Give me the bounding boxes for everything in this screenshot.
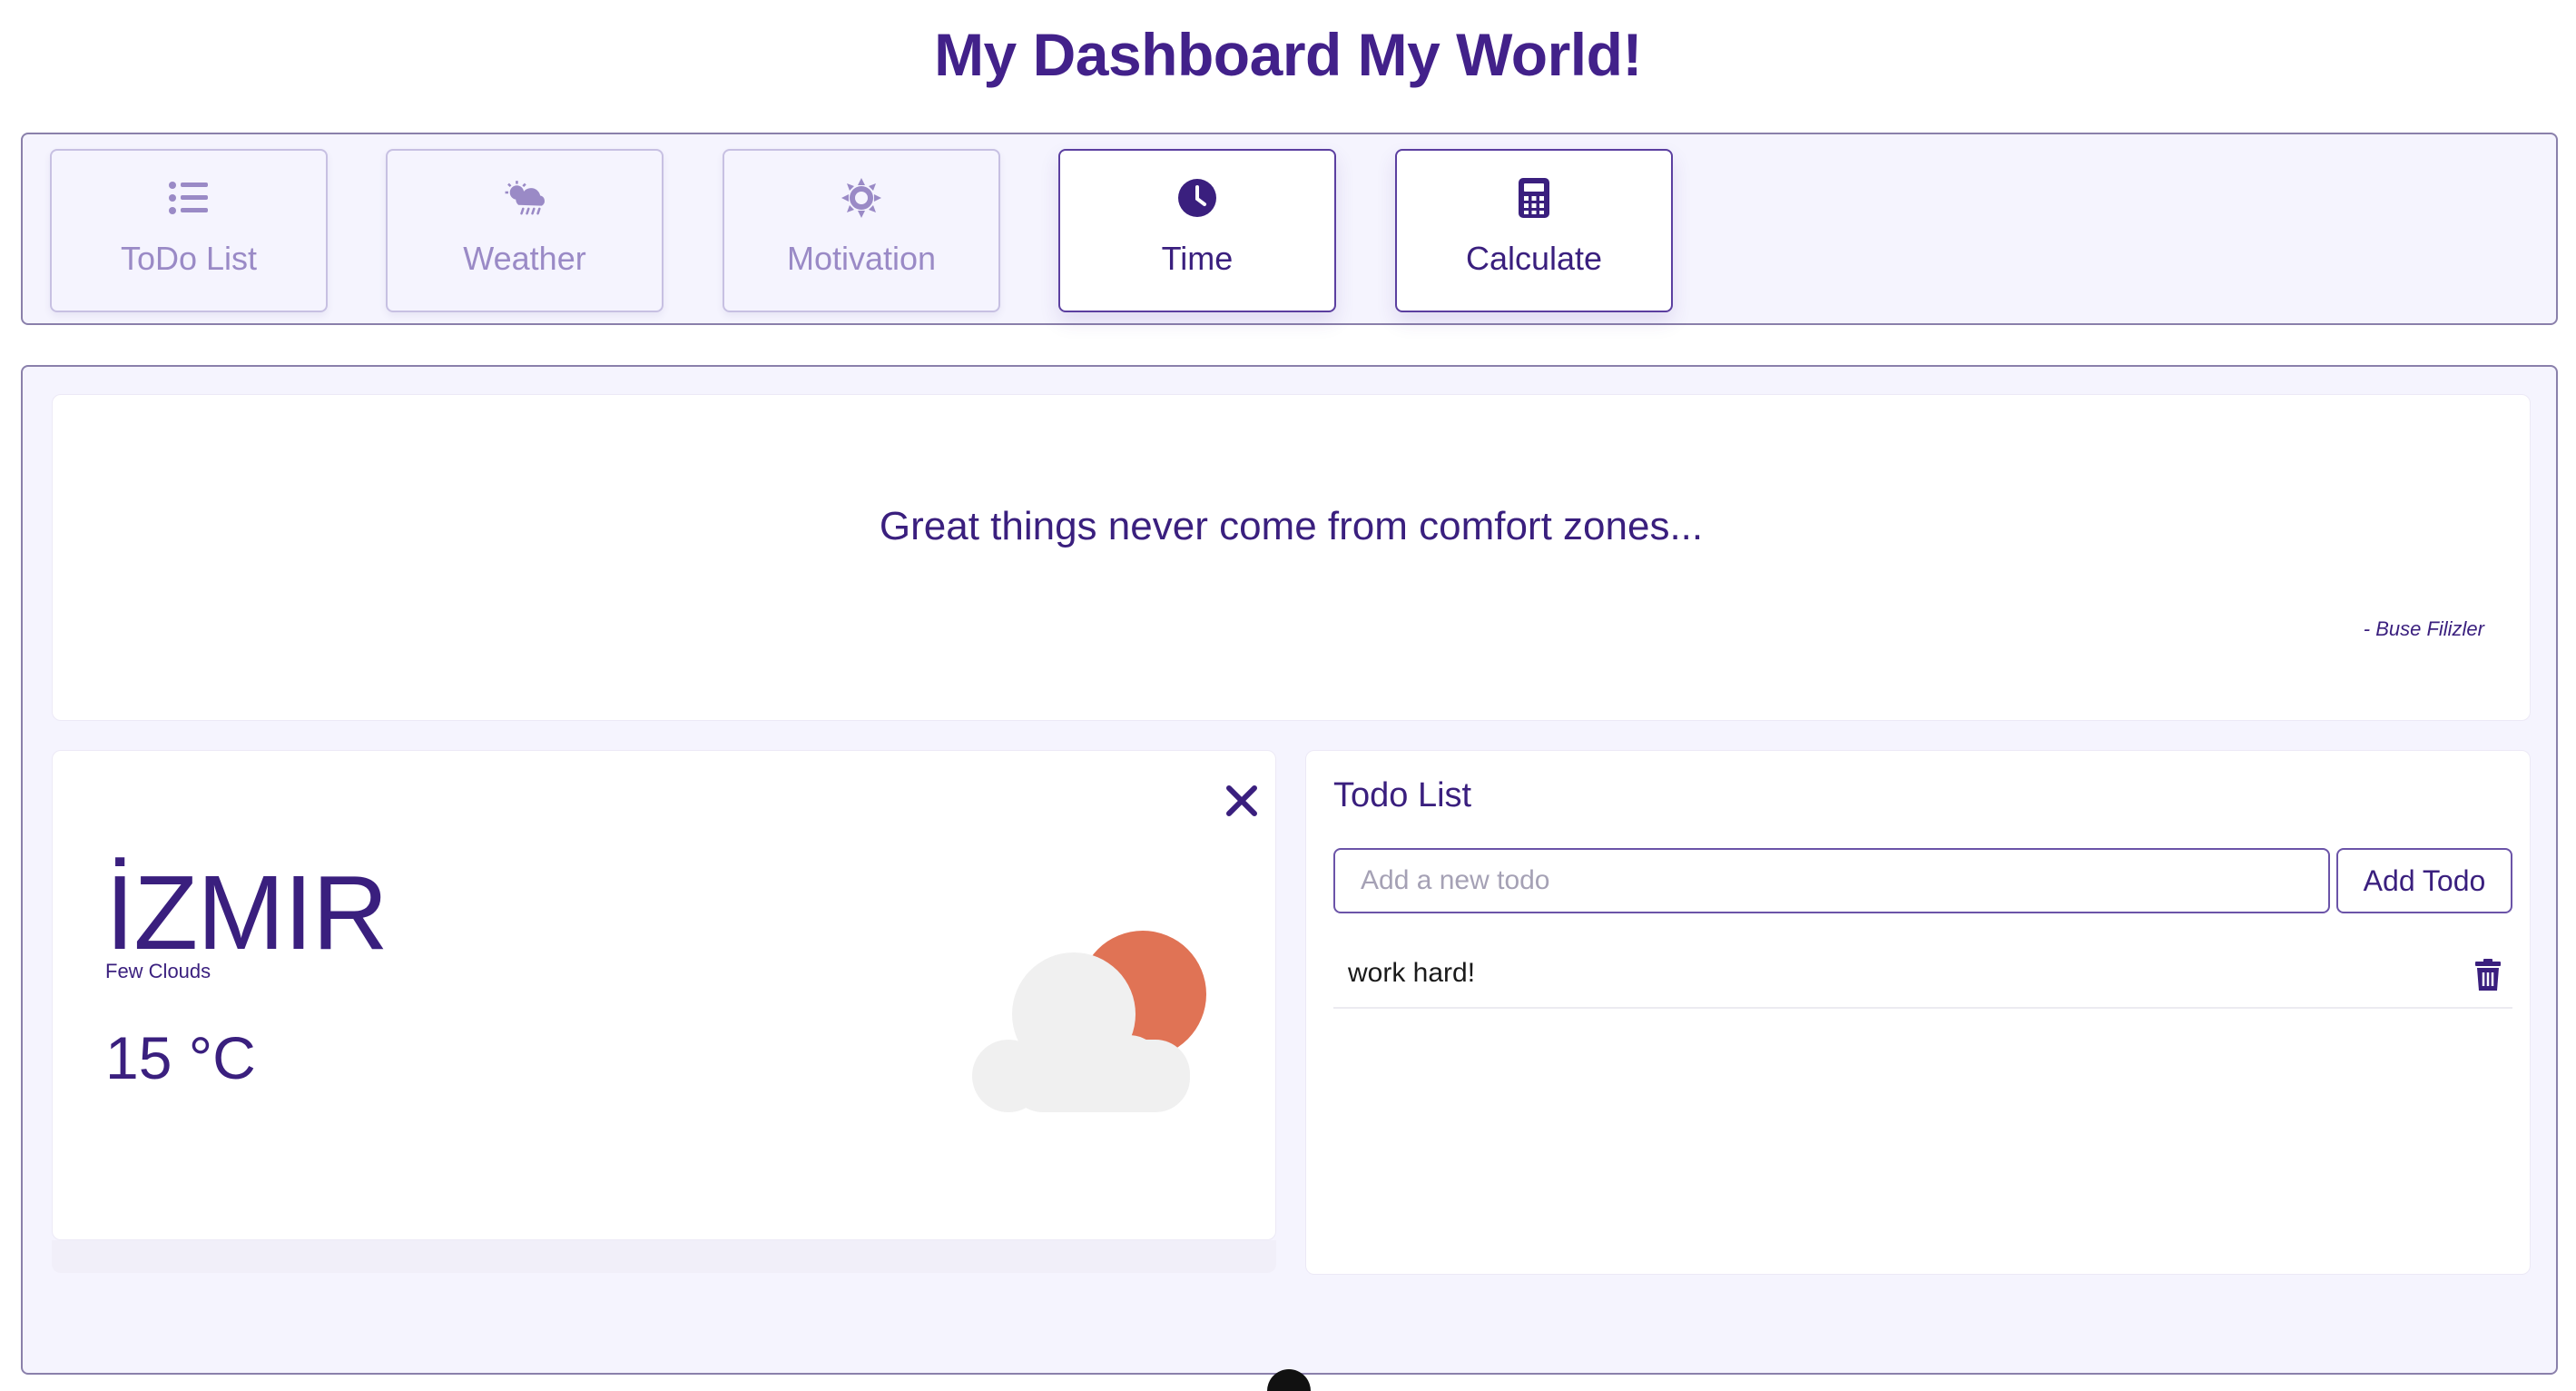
quote-author: - Buse Filizler [2363, 617, 2484, 640]
nav-button-todo-list[interactable]: ToDo List [50, 149, 328, 312]
todo-item-text: work hard! [1348, 958, 1476, 988]
quote-card: Great things never come from comfort zon… [52, 394, 2531, 721]
main-panel: Great things never come from comfort zon… [21, 365, 2558, 1375]
quote-text: Great things never come from comfort zon… [879, 504, 1704, 548]
nav-label: Calculate [1465, 240, 1603, 277]
nav-button-time[interactable]: Time [1058, 149, 1336, 312]
page-title: My Dashboard My World! [934, 21, 1642, 88]
nav-label: Motivation [786, 240, 937, 277]
nav-button-motivation[interactable]: Motivation [723, 149, 1000, 312]
weather-card: İZMIR Few Clouds 15 °C [52, 750, 1276, 1240]
temperature: 15 °C [105, 1024, 256, 1091]
close-button[interactable] [1219, 778, 1264, 824]
nav-panel: ToDo List Weather Motivation Time Calcul… [21, 133, 2558, 325]
delete-todo-button[interactable] [2473, 958, 2503, 992]
cloud-sun-icon [972, 931, 1206, 1112]
todo-item: work hard! [1333, 942, 2512, 1009]
calculator-icon [1512, 176, 1556, 220]
nav-button-weather[interactable]: Weather [386, 149, 664, 312]
sun-gear-icon [840, 176, 883, 220]
todo-card: Todo List Add Todo work hard! [1305, 750, 2531, 1275]
todo-input[interactable] [1333, 848, 2330, 913]
nav-button-calculate[interactable]: Calculate [1395, 149, 1673, 312]
cloud-sun-rain-icon [503, 176, 546, 220]
trash-icon [2475, 959, 2501, 991]
nav-label: ToDo List [120, 240, 258, 277]
add-todo-button[interactable]: Add Todo [2336, 848, 2512, 913]
todo-title: Todo List [1333, 776, 1472, 814]
clock-icon [1175, 176, 1219, 220]
weather-description: Few Clouds [105, 960, 211, 982]
city-name: İZMIR [105, 853, 388, 972]
close-icon [1226, 785, 1257, 816]
nav-label: Weather [463, 240, 586, 277]
list-icon [167, 176, 211, 220]
nav-label: Time [1161, 240, 1234, 277]
weather-card-footer [52, 1240, 1276, 1273]
